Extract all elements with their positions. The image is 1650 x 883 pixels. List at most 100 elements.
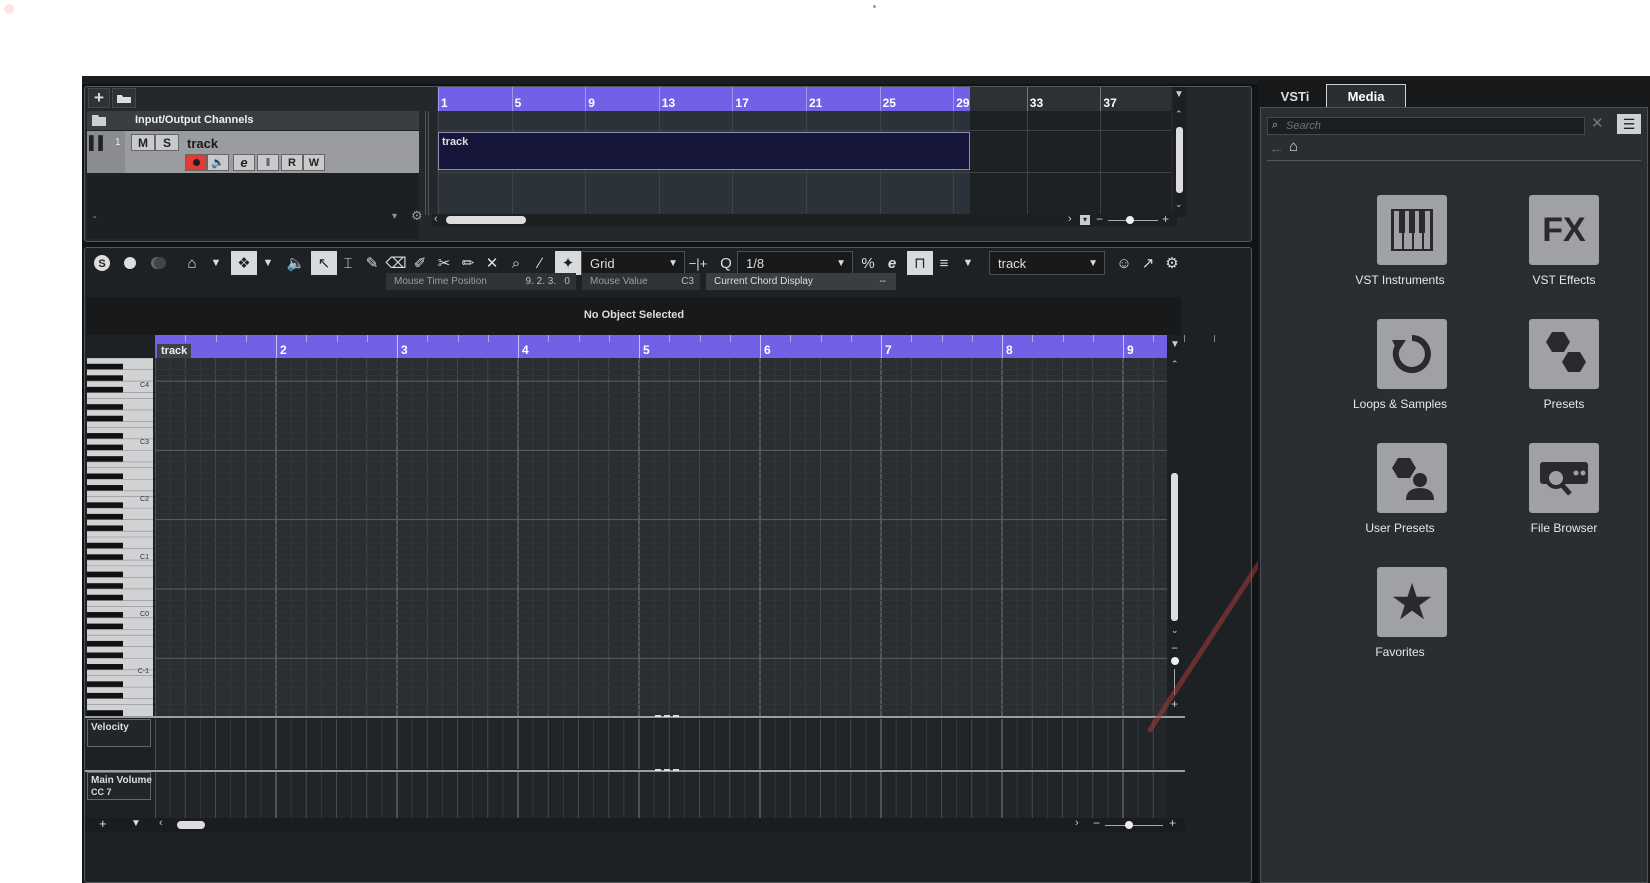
velocity-lane[interactable] [154,719,1167,769]
edit-instrument-button[interactable]: e [233,154,255,171]
midi-event[interactable]: track [438,132,970,170]
editor-zoom-in-icon[interactable]: + [1169,816,1176,830]
mute-button[interactable]: M [131,134,155,151]
tile-vst-effects[interactable]: FX VST Effects [1489,195,1649,295]
tile-favorites[interactable]: ★ Favorites [1332,567,1492,667]
tile-presets[interactable]: Presets [1489,319,1649,419]
lane-presets-icon[interactable]: ▼ [131,818,141,829]
mute-tool-icon[interactable]: ✕ [479,251,505,275]
search-input[interactable] [1284,118,1574,134]
range-tool-icon[interactable]: ⌶ [335,251,361,275]
vscroll-menu-icon[interactable]: ▼ [1170,339,1180,350]
quantize-icon[interactable]: Q [713,251,739,275]
add-lane-icon[interactable]: + [99,816,107,831]
trim-tool-icon[interactable]: ✐ [407,251,433,275]
monitor-button[interactable]: 🔊 [207,154,229,171]
back-icon[interactable]: ← [1269,140,1284,157]
edit-in-place-icon[interactable]: ☺ [1111,251,1137,275]
cc-label-sub: CC 7 [91,787,112,797]
scroll-thumb[interactable] [1176,127,1183,193]
write-automation-button[interactable]: W [303,154,325,171]
show-part-borders-icon[interactable]: ⊓ [907,251,933,275]
velocity-lane-divider[interactable] [85,716,1185,718]
solo-button[interactable]: S [155,134,179,151]
glue-tool-icon[interactable]: ✏ [455,251,481,275]
clear-search-icon[interactable]: ✕ [1591,114,1604,132]
hscroll-left-icon[interactable]: ‹ [434,213,438,225]
track-folder-button[interactable] [112,88,136,108]
record-enable-button[interactable] [185,154,207,171]
acoustic-feedback-icon[interactable]: 🔈 [283,251,309,275]
project-vscroll[interactable]: ▼ ⌃ ⌄ [1173,87,1187,217]
snap-live-input-icon[interactable]: −|+ [685,251,711,275]
lane-handle-1[interactable] [655,715,679,718]
erase-tool-icon[interactable]: ⌫ [383,251,409,275]
layers-menu-icon[interactable]: ▼ [955,251,981,275]
iterative-quantize-icon[interactable]: % [855,251,881,275]
editor-zoom-knob[interactable] [1125,821,1133,829]
tile-file-browser[interactable]: File Browser [1489,443,1649,543]
scroll-menu-icon[interactable]: ▼ [1174,89,1184,100]
record-mode-icon[interactable] [117,251,143,275]
panel-divider[interactable] [425,111,429,215]
editor-zoom-slider[interactable] [1105,825,1163,826]
tab-media[interactable]: Media [1326,84,1406,108]
track-row[interactable]: ▌▌ 1 M S track 🔊 e ‖ R W [87,131,419,173]
scroll-up-icon[interactable]: ⌃ [1175,109,1183,120]
hscroll-thumb[interactable] [446,216,526,224]
track-name[interactable]: track [187,136,218,151]
tab-vsti[interactable]: VSTi [1264,86,1326,106]
line-tool-icon[interactable]: ∕ [527,251,553,275]
editor-hscroll-thumb[interactable] [177,821,205,829]
zoom-slider-knob[interactable] [1126,216,1134,224]
editor-zoom-out-icon[interactable]: − [1093,816,1100,830]
zoom-tool-icon[interactable]: ⌕ [503,251,529,275]
key-octave-label: C-1 [137,668,149,675]
zoom-out-icon[interactable]: − [1096,212,1103,226]
cc-label-main: Main Volume [91,775,152,786]
auto-scroll-icon[interactable]: ⌂ [179,251,205,275]
note-grid[interactable] [154,357,1167,716]
tile-loops-samples[interactable]: Loops & Samples [1332,319,1492,419]
zoom-menu-icon[interactable]: ▾ [1080,215,1090,225]
open-window-icon[interactable]: ↗ [1135,251,1161,275]
show-info-icon[interactable]: ❖ [231,251,257,275]
home-icon[interactable]: ⌂ [1289,138,1298,155]
editor-ruler-beat-tick [306,335,308,342]
hscroll-right-icon[interactable]: › [1068,213,1072,225]
tile-user-presets[interactable]: User Presets [1332,443,1492,543]
show-info-menu-icon[interactable]: ▼ [255,251,281,275]
track-list-menu-icon[interactable]: ▾ [392,211,397,222]
retrospective-icon[interactable] [145,251,171,275]
auto-scroll-menu-icon[interactable]: ▼ [203,251,229,275]
hscroll-right-icon[interactable]: › [1075,817,1079,829]
read-automation-button[interactable]: R [281,154,303,171]
zoom-in-icon[interactable]: + [1162,212,1169,226]
cc-label-box[interactable]: Main Volume CC 7 [87,772,152,800]
track-select-dropdown[interactable]: track ▼ [989,251,1105,275]
hscroll-left-icon[interactable]: ‹ [159,817,163,829]
scroll-down-icon[interactable]: ⌄ [1175,199,1183,210]
add-track-button[interactable]: + [88,88,110,108]
tile-vst-instruments[interactable]: VST Instruments [1332,195,1492,295]
snap-toggle-icon[interactable]: ✦ [555,251,581,275]
velocity-label-box[interactable]: Velocity [87,719,151,747]
quantize-dropdown[interactable]: 1/8 ▼ [737,251,853,275]
editor-settings-icon[interactable]: ⚙ [1159,251,1185,275]
inserts-button[interactable]: ‖ [257,154,279,171]
search-box[interactable]: ⌕ [1267,117,1585,135]
lane-handle-2[interactable] [655,769,679,772]
quantize-settings-icon[interactable]: e [879,251,905,275]
object-selection-tool-icon[interactable]: ↖ [311,251,337,275]
draw-tool-icon[interactable]: ✎ [359,251,385,275]
io-channels-folder[interactable]: Input/Output Channels [87,111,419,130]
list-view-icon[interactable]: ☰ [1617,114,1641,134]
track-list-settings-icon[interactable]: ⚙ [411,208,423,224]
vscroll-up-icon[interactable]: ⌃ [1171,359,1179,370]
cc-lane[interactable] [154,772,1167,818]
project-hscroll[interactable]: ‹ › ▾ − + [432,212,1177,227]
layers-icon[interactable]: ≡ [931,251,957,275]
split-tool-icon[interactable]: ✂ [431,251,457,275]
solo-editor-icon[interactable]: S [89,251,115,275]
snap-type-dropdown[interactable]: Grid ▼ [581,251,685,275]
